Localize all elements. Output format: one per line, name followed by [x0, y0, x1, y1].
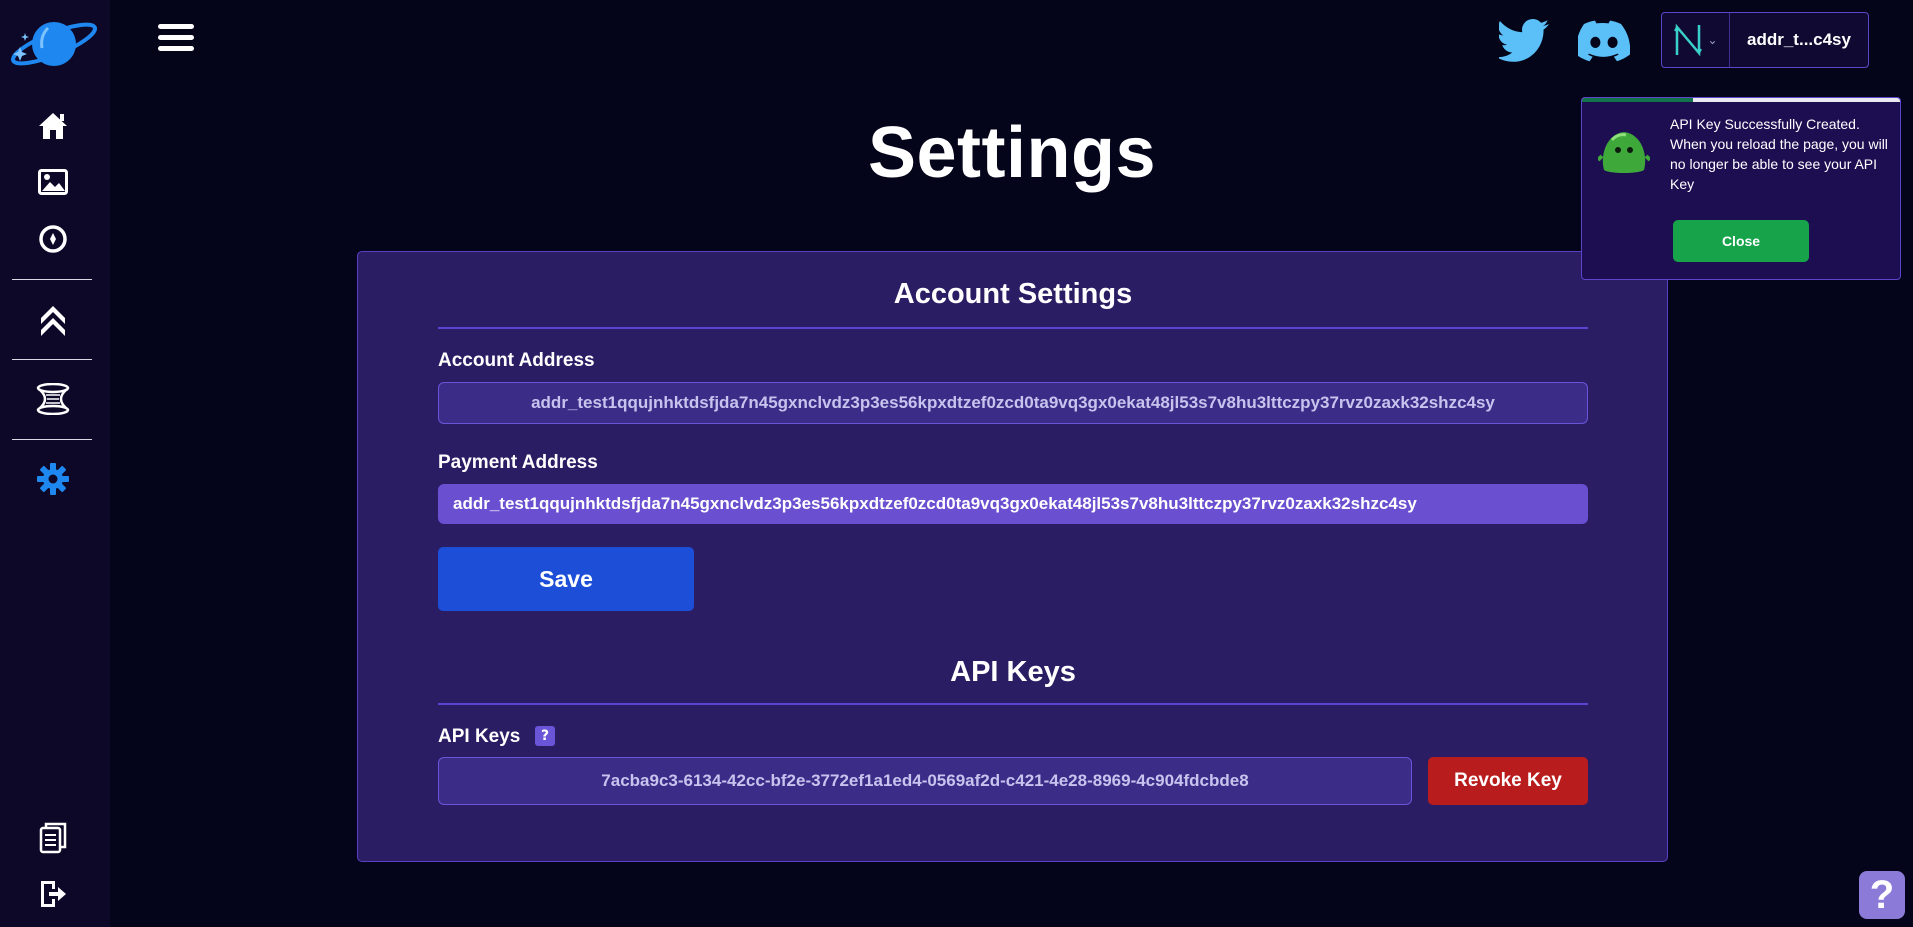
- sidebar-divider: [12, 439, 92, 440]
- section-divider: [438, 327, 1588, 329]
- documents-icon[interactable]: [35, 820, 71, 856]
- toast-notification: API Key Successfully Created. When you r…: [1581, 97, 1901, 280]
- api-keys-label: API Keys: [438, 726, 521, 747]
- wallet-button[interactable]: ⌄ addr_t...c4sy: [1661, 12, 1869, 68]
- sidebar: [0, 0, 110, 927]
- nami-wallet-icon[interactable]: ⌄: [1662, 13, 1730, 67]
- portal-icon[interactable]: [35, 381, 71, 417]
- api-keys-title: API Keys: [950, 656, 1076, 688]
- payment-address-label: Payment Address: [438, 452, 598, 473]
- help-button[interactable]: ?: [1859, 871, 1905, 919]
- discord-icon[interactable]: [1575, 18, 1631, 62]
- green-mascot-icon: [1596, 126, 1652, 176]
- logout-icon[interactable]: [35, 876, 71, 912]
- api-key-field: 7acba9c3-6134-42cc-bf2e-3772ef1a1ed4-056…: [438, 757, 1412, 805]
- account-settings-title: Account Settings: [893, 278, 1133, 310]
- toast-message: API Key Successfully Created. When you r…: [1670, 116, 1888, 192]
- toast-progress-bar: [1582, 98, 1694, 102]
- section-divider: [438, 703, 1588, 705]
- image-icon[interactable]: [35, 164, 71, 200]
- saturn-logo-icon[interactable]: [8, 14, 98, 74]
- toast-close-button[interactable]: Close: [1673, 220, 1809, 262]
- top-bar: [110, 0, 1913, 80]
- payment-address-input[interactable]: addr_test1qqujnhktdsfjda7n45gxnclvdz3p3e…: [438, 484, 1588, 524]
- api-keys-help-icon[interactable]: ?: [535, 726, 555, 746]
- account-address-label: Account Address: [438, 350, 595, 371]
- menu-icon[interactable]: [158, 24, 194, 54]
- page-title: Settings: [867, 113, 1157, 193]
- home-icon[interactable]: [35, 108, 71, 144]
- compass-icon[interactable]: [35, 221, 71, 257]
- revoke-key-button[interactable]: Revoke Key: [1428, 757, 1588, 805]
- sidebar-divider: [12, 279, 92, 280]
- account-address-field: addr_test1qqujnhktdsfjda7n45gxnclvdz3p3e…: [438, 382, 1588, 424]
- twitter-icon[interactable]: [1496, 18, 1551, 62]
- chevron-down-icon: ⌄: [1707, 33, 1718, 47]
- settings-card: Account Settings Account Address addr_te…: [357, 251, 1668, 862]
- gear-icon[interactable]: [35, 461, 71, 497]
- wallet-address: addr_t...c4sy: [1747, 30, 1851, 49]
- sidebar-divider: [12, 359, 92, 360]
- chevrons-up-icon[interactable]: [35, 301, 71, 337]
- save-button[interactable]: Save: [438, 547, 694, 611]
- toast-progress-track: [1582, 98, 1900, 102]
